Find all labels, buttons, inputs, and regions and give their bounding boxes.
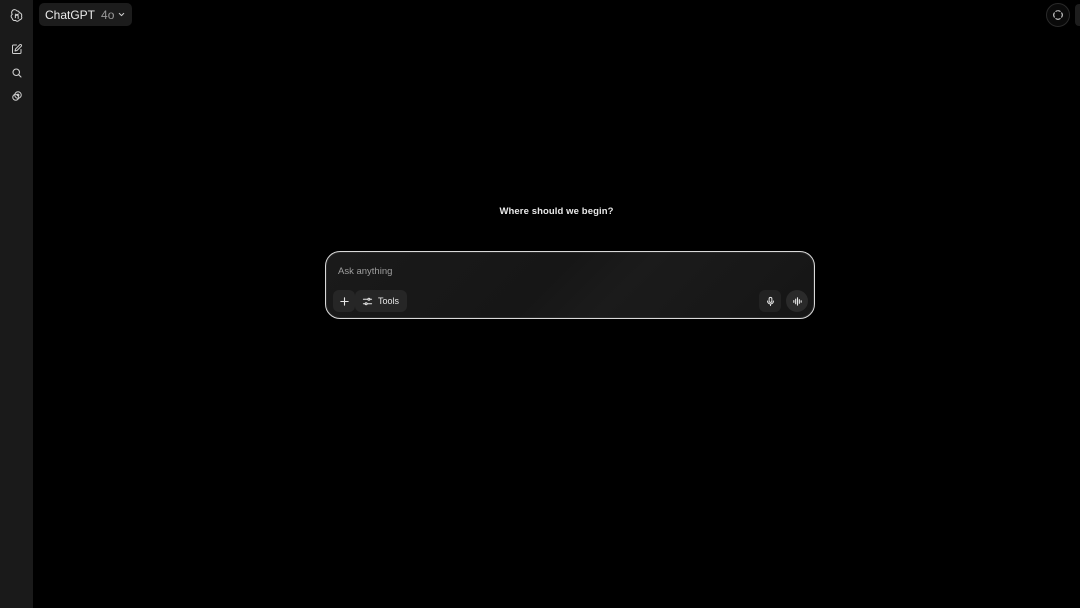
tools-label: Tools bbox=[378, 296, 400, 306]
tools-button[interactable]: Tools bbox=[355, 290, 408, 312]
library-button[interactable] bbox=[7, 86, 27, 106]
main-content: ChatGPT 4o Where should we begin? Ask an… bbox=[33, 0, 1080, 608]
voice-mode-button[interactable] bbox=[786, 290, 808, 312]
prompt-composer: Tools bbox=[325, 251, 815, 319]
prompt-input[interactable] bbox=[338, 263, 738, 279]
app-window: ChatGPT 4o Where should we begin? Ask an… bbox=[0, 0, 1080, 608]
microphone-icon bbox=[766, 296, 774, 306]
new-chat-button[interactable] bbox=[7, 39, 27, 59]
add-attachment-button[interactable] bbox=[333, 290, 355, 312]
sidebar bbox=[0, 0, 33, 608]
temporary-chat-button[interactable] bbox=[1046, 3, 1070, 27]
voice-waveform-icon bbox=[792, 296, 802, 306]
dictate-button[interactable] bbox=[759, 290, 781, 312]
right-edge-panel-handle[interactable] bbox=[1075, 4, 1080, 26]
dashed-circle-icon bbox=[1053, 10, 1063, 20]
chevron-down-icon bbox=[119, 12, 125, 17]
openai-logo-button[interactable] bbox=[7, 6, 27, 26]
page-headline: Where should we begin? bbox=[499, 206, 614, 217]
search-icon bbox=[11, 67, 22, 78]
model-name: ChatGPT bbox=[45, 7, 96, 22]
sliders-icon bbox=[362, 297, 373, 305]
model-selector-button[interactable]: ChatGPT 4o bbox=[39, 3, 133, 26]
plus-icon bbox=[339, 296, 349, 306]
model-version: 4o bbox=[101, 7, 115, 22]
search-chats-button[interactable] bbox=[7, 63, 27, 83]
openai-logo-icon bbox=[10, 9, 22, 22]
images-icon bbox=[11, 91, 22, 101]
edit-icon bbox=[11, 43, 22, 54]
